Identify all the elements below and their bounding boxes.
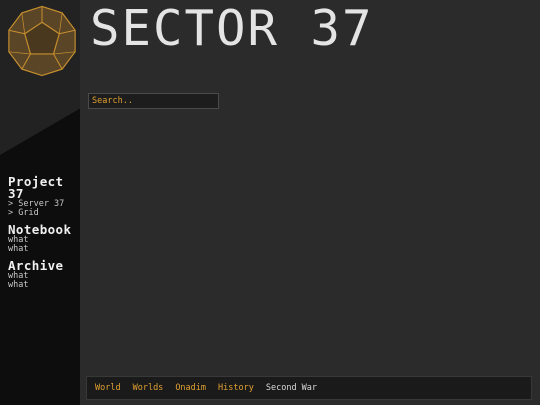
nav-group-project: Project 37 > Server 37 > Grid bbox=[8, 175, 78, 218]
breadcrumb-item-history[interactable]: History bbox=[218, 383, 254, 393]
dodecahedron-logo-icon[interactable] bbox=[6, 5, 78, 77]
nav-group-archive: Archive what what bbox=[8, 259, 78, 290]
breadcrumb: World Worlds Onadim History Second War bbox=[86, 376, 532, 400]
nav-group-notebook: Notebook what what bbox=[8, 223, 78, 254]
breadcrumb-item-onadim[interactable]: Onadim bbox=[175, 383, 206, 393]
nav-group-title[interactable]: Project 37 bbox=[8, 175, 78, 200]
page-title: SECTOR 37 bbox=[90, 0, 374, 57]
sidebar-nav: Project 37 > Server 37 > Grid Notebook w… bbox=[8, 175, 78, 296]
search-input[interactable] bbox=[88, 93, 219, 109]
nav-item-grid[interactable]: > Grid bbox=[8, 208, 78, 218]
breadcrumb-item-worlds[interactable]: Worlds bbox=[133, 383, 164, 393]
nav-item[interactable]: what bbox=[8, 280, 78, 290]
breadcrumb-item-world[interactable]: World bbox=[95, 383, 121, 393]
nav-item[interactable]: what bbox=[8, 244, 78, 254]
breadcrumb-item-current: Second War bbox=[265, 383, 318, 393]
sidebar: Project 37 > Server 37 > Grid Notebook w… bbox=[0, 0, 80, 405]
